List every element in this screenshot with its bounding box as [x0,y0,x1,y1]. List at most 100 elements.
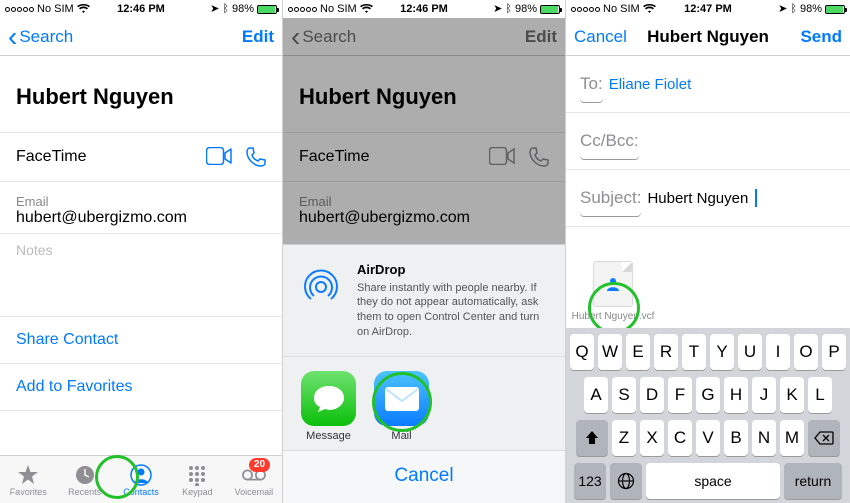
person-icon [129,463,153,487]
screen-contact-card: No SIM 12:46 PM ➤ ᛒ 98% ‹ Search Edit Hu [0,0,283,503]
bluetooth-icon: ᛒ [505,0,512,18]
key-a[interactable]: A [584,377,608,413]
keypad-icon [185,463,209,487]
mail-icon [374,371,429,426]
return-key[interactable]: return [784,463,842,499]
key-j[interactable]: J [752,377,776,413]
notes-section[interactable]: Notes [0,233,282,298]
tab-label: Voicemail [235,487,274,497]
app-label: Message [306,430,351,442]
text-caret [755,189,757,207]
key-p[interactable]: P [822,334,846,370]
key-c[interactable]: C [668,420,692,456]
email-value: hubert@ubergizmo.com [16,209,187,226]
key-n[interactable]: N [752,420,776,456]
key-g[interactable]: G [696,377,720,413]
battery-icon [257,5,277,14]
key-s[interactable]: S [612,377,636,413]
share-contact-button[interactable]: Share Contact [0,316,282,363]
wifi-icon [360,4,373,14]
key-f[interactable]: F [668,377,692,413]
facetime-row: FaceTime [0,132,282,181]
key-q[interactable]: Q [570,334,594,370]
key-l[interactable]: L [808,377,832,413]
share-sheet: AirDrop Share instantly with people near… [283,244,565,503]
battery-pct: 98% [232,0,254,18]
contact-content: Hubert Nguyen FaceTime Email hubert@uber… [0,56,282,455]
contact-name: Hubert Nguyen [0,56,282,132]
key-k[interactable]: K [780,377,804,413]
file-icon [593,261,633,307]
location-icon: ➤ [778,0,787,18]
add-to-favorites-button[interactable]: Add to Favorites [0,363,282,411]
wifi-icon [77,4,90,14]
key-w[interactable]: W [598,334,622,370]
tab-keypad[interactable]: Keypad [169,456,225,503]
tab-favorites[interactable]: Favorites [0,456,56,503]
tab-recents[interactable]: Recents [56,456,112,503]
key-o[interactable]: O [794,334,818,370]
tab-contacts[interactable]: Contacts [113,456,169,503]
bluetooth-icon: ᛒ [222,0,229,18]
screen-compose-mail: No SIM 12:47 PM ➤ ᛒ 98% Cancel Hubert Ng… [566,0,850,503]
screen-share-sheet: No SIM 12:46 PM ➤ ᛒ 98% ‹Search Edit Hub… [283,0,566,503]
message-icon [301,371,356,426]
tab-bar: Favorites Recents Contacts Keypad 20 Voi… [0,455,282,503]
chevron-left-icon: ‹ [8,27,17,47]
share-cancel-button[interactable]: Cancel [283,450,565,503]
back-label: Search [19,27,73,47]
vcf-attachment[interactable]: Hubert Nguyen.vcf [586,261,640,322]
carrier-text: No SIM [37,0,74,18]
battery-icon [825,5,845,14]
shift-key[interactable] [576,420,608,456]
numbers-key[interactable]: 123 [574,463,606,499]
bluetooth-icon: ᛒ [790,0,797,18]
key-x[interactable]: X [640,420,664,456]
key-h[interactable]: H [724,377,748,413]
tab-label: Keypad [182,487,213,497]
globe-key[interactable] [610,463,642,499]
status-bar: No SIM 12:46 PM ➤ ᛒ 98% [0,0,282,18]
clock-icon [73,463,97,487]
cc-bcc-field[interactable]: Cc/Bcc: [566,113,850,170]
tab-label: Favorites [10,487,47,497]
key-z[interactable]: Z [612,420,636,456]
key-d[interactable]: D [640,377,664,413]
share-message-button[interactable]: Message [301,371,356,442]
key-e[interactable]: E [626,334,650,370]
key-v[interactable]: V [696,420,720,456]
nav-bar: ‹ Search Edit [0,18,282,56]
tab-label: Contacts [123,487,159,497]
key-t[interactable]: T [682,334,706,370]
compose-cancel-button[interactable]: Cancel [574,27,647,47]
key-m[interactable]: M [780,420,804,456]
key-u[interactable]: U [738,334,762,370]
back-button[interactable]: ‹ Search [8,27,141,47]
compose-send-button[interactable]: Send [769,27,842,47]
key-b[interactable]: B [724,420,748,456]
facetime-video-icon[interactable] [206,147,232,167]
to-field[interactable]: To: Eliane Fiolet [566,56,850,113]
email-section[interactable]: Email hubert@ubergizmo.com [0,181,282,233]
edit-button[interactable]: Edit [141,27,274,47]
key-r[interactable]: R [654,334,678,370]
attachment-filename: Hubert Nguyen.vcf [572,311,655,322]
facetime-label: FaceTime [16,148,206,166]
facetime-audio-icon[interactable] [246,147,266,167]
compose-body: To: Eliane Fiolet Cc/Bcc: Subject: Huber… [566,56,850,503]
airdrop-row[interactable]: AirDrop Share instantly with people near… [283,245,565,357]
key-i[interactable]: I [766,334,790,370]
app-label: Mail [391,430,411,442]
status-bar: No SIM 12:46 PM ➤ ᛒ 98% [283,0,565,18]
status-bar: No SIM 12:47 PM ➤ ᛒ 98% [566,0,850,18]
status-time: 12:46 PM [117,0,165,18]
key-y[interactable]: Y [710,334,734,370]
airdrop-icon [297,261,345,340]
share-mail-button[interactable]: Mail [374,371,429,442]
space-key[interactable]: space [646,463,780,499]
delete-key[interactable] [808,420,840,456]
tab-voicemail[interactable]: 20 Voicemail [226,456,282,503]
subject-field[interactable]: Subject: Hubert Nguyen [566,170,850,227]
airdrop-title: AirDrop [357,261,551,279]
star-icon [16,463,40,487]
